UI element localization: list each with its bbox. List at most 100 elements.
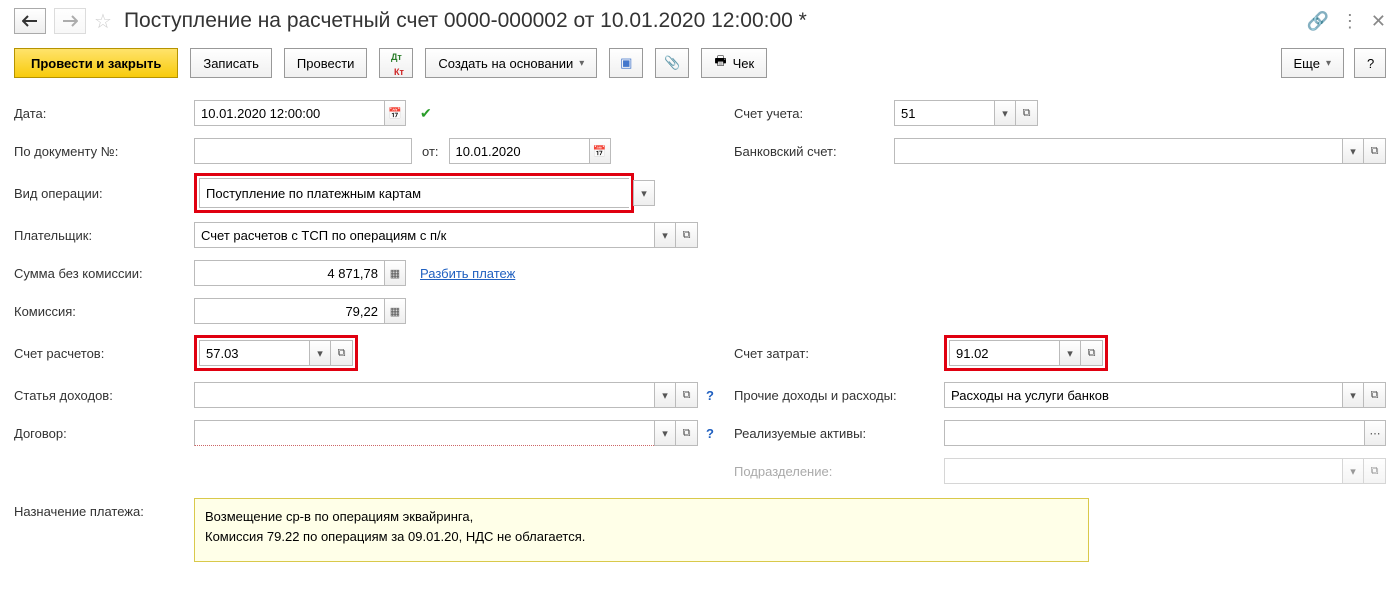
other-ie-input[interactable] (944, 382, 1342, 408)
dt-kt-icon: Дт Кт (389, 48, 404, 78)
create-based-on-button[interactable]: Создать на основании ▾ (425, 48, 597, 78)
chevron-down-icon[interactable]: ▾ (654, 222, 676, 248)
bank-account-field[interactable]: ▾ ⧉ (894, 138, 1386, 164)
date-input[interactable] (194, 100, 384, 126)
department-field: ▾ ⧉ (944, 458, 1386, 484)
payer-input[interactable] (194, 222, 654, 248)
chevron-down-icon[interactable]: ▾ (654, 382, 676, 408)
favorite-star-icon[interactable]: ☆ (94, 9, 112, 34)
from-date-input[interactable] (449, 138, 589, 164)
sum-no-fee-field[interactable]: ▦ (194, 260, 406, 286)
toolbar: Провести и закрыть Записать Провести Дт … (14, 48, 1386, 78)
date-label: Дата: (14, 106, 194, 121)
sum-no-fee-input[interactable] (194, 260, 384, 286)
help-button[interactable]: ? (1354, 48, 1386, 78)
page-title: Поступление на расчетный счет 0000-00000… (120, 9, 807, 33)
doc-no-label: По документу №: (14, 144, 194, 159)
dt-kt-button[interactable]: Дт Кт (379, 48, 413, 78)
chevron-down-icon[interactable]: ▾ (1342, 138, 1364, 164)
chevron-down-icon[interactable]: ▾ (309, 340, 331, 366)
other-ie-label: Прочие доходы и расходы: (734, 388, 944, 403)
window-header: ☆ Поступление на расчетный счет 0000-000… (14, 8, 1386, 34)
calculator-icon[interactable]: ▦ (384, 298, 406, 324)
from-date-field[interactable]: 📅 (449, 138, 611, 164)
settle-acc-field[interactable]: ▾ ⧉ (199, 340, 353, 366)
department-label: Подразделение: (734, 464, 944, 479)
income-item-input[interactable] (194, 382, 654, 408)
income-item-label: Статья доходов: (14, 388, 194, 403)
chevron-down-icon[interactable]: ▾ (654, 420, 676, 446)
calendar-icon[interactable]: 📅 (384, 100, 406, 126)
op-type-field[interactable] (199, 178, 629, 208)
fee-field[interactable]: ▦ (194, 298, 406, 324)
sum-no-fee-label: Сумма без комиссии: (14, 266, 194, 281)
purpose-textarea[interactable] (194, 498, 1089, 562)
doc-no-input[interactable] (194, 138, 412, 164)
post-and-close-button[interactable]: Провести и закрыть (14, 48, 178, 78)
cost-acc-highlight: ▾ ⧉ (944, 335, 1108, 371)
split-payment-link[interactable]: Разбить платеж (420, 266, 515, 281)
open-icon[interactable]: ⧉ (1016, 100, 1038, 126)
arrow-right-icon (62, 15, 78, 27)
form-body: Дата: 📅 ✔ Счет учета: ▾ ⧉ По документу №… (14, 94, 1386, 562)
calculator-icon[interactable]: ▦ (384, 260, 406, 286)
structure-button[interactable]: ▣ (609, 48, 643, 78)
contract-label: Договор: (14, 426, 194, 441)
nav-forward-button[interactable] (54, 8, 86, 34)
purpose-label: Назначение платежа: (14, 498, 194, 519)
save-button[interactable]: Записать (190, 48, 272, 78)
chevron-down-icon: ▾ (579, 58, 584, 69)
cost-acc-input[interactable] (949, 340, 1059, 366)
paperclip-icon: 📎 (664, 55, 680, 71)
income-item-field[interactable]: ▾ ⧉ (194, 382, 698, 408)
help-hint-icon[interactable]: ? (706, 388, 714, 403)
date-field[interactable]: 📅 (194, 100, 406, 126)
post-button[interactable]: Провести (284, 48, 368, 78)
attachment-button[interactable]: 📎 (655, 48, 689, 78)
structure-icon: ▣ (620, 55, 632, 71)
open-icon[interactable]: ⧉ (1364, 382, 1386, 408)
contract-field[interactable]: ▾ ⧉ (194, 420, 698, 446)
chevron-down-icon[interactable]: ▾ (633, 180, 655, 206)
more-button[interactable]: Еще ▾ (1281, 48, 1344, 78)
chevron-down-icon[interactable]: ▾ (994, 100, 1016, 126)
chevron-down-icon[interactable]: ▾ (1059, 340, 1081, 366)
cost-acc-field[interactable]: ▾ ⧉ (949, 340, 1103, 366)
nav-back-button[interactable] (14, 8, 46, 34)
chevron-down-icon[interactable]: ▾ (1342, 382, 1364, 408)
op-type-input[interactable] (199, 178, 629, 208)
gl-account-input[interactable] (894, 100, 994, 126)
fee-input[interactable] (194, 298, 384, 324)
realized-assets-label: Реализуемые активы: (734, 426, 944, 441)
kebab-menu-icon[interactable]: ⋮ (1341, 11, 1359, 32)
open-icon[interactable]: ⧉ (1081, 340, 1103, 366)
check-status-icon: ✔ (420, 105, 432, 122)
op-type-highlight (194, 173, 634, 213)
open-icon[interactable]: ⧉ (676, 420, 698, 446)
from-label: от: (422, 144, 439, 159)
realized-assets-field[interactable]: ⋯ (944, 420, 1386, 446)
open-icon: ⧉ (1364, 458, 1386, 484)
chevron-down-icon: ▾ (1342, 458, 1364, 484)
open-icon[interactable]: ⧉ (676, 382, 698, 408)
gl-account-field[interactable]: ▾ ⧉ (894, 100, 1038, 126)
help-hint-icon[interactable]: ? (706, 426, 714, 441)
settle-acc-input[interactable] (199, 340, 309, 366)
bank-account-input[interactable] (894, 138, 1342, 164)
bank-account-label: Банковский счет: (734, 144, 894, 159)
open-icon[interactable]: ⧉ (676, 222, 698, 248)
realized-assets-input[interactable] (944, 420, 1364, 446)
gl-account-label: Счет учета: (734, 106, 894, 121)
link-icon[interactable]: 🔗 (1306, 11, 1328, 32)
op-type-dropdown[interactable]: ▾ (633, 180, 655, 206)
open-icon[interactable]: ⧉ (1364, 138, 1386, 164)
printer-icon: 🖶 (714, 52, 726, 74)
close-icon[interactable]: ✕ (1371, 11, 1386, 32)
ellipsis-icon[interactable]: ⋯ (1364, 420, 1386, 446)
payer-field[interactable]: ▾ ⧉ (194, 222, 698, 248)
calendar-icon[interactable]: 📅 (589, 138, 611, 164)
other-ie-field[interactable]: ▾ ⧉ (944, 382, 1386, 408)
contract-input[interactable] (194, 420, 654, 446)
check-button[interactable]: 🖶 Чек (701, 48, 767, 78)
open-icon[interactable]: ⧉ (331, 340, 353, 366)
